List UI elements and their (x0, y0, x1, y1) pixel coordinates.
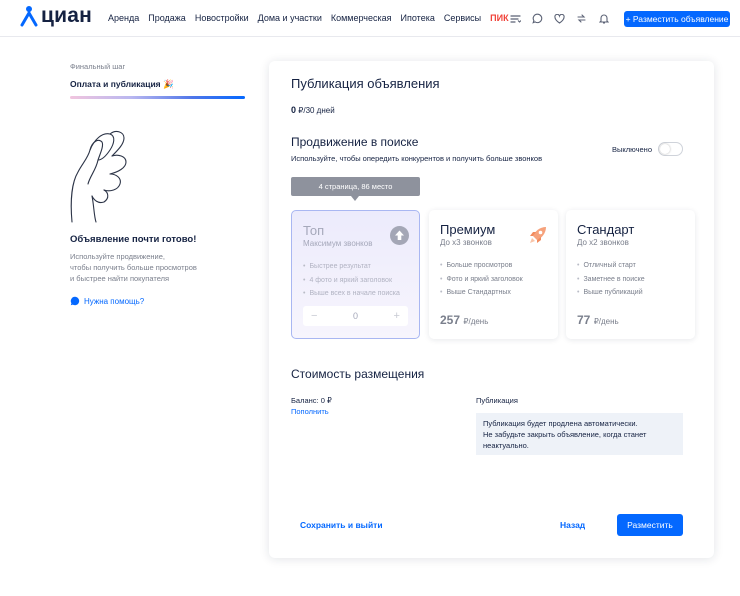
price-unit: ₽/день (463, 317, 489, 326)
promo-subtitle: Используйте, чтобы опередить конкурентов… (291, 154, 543, 163)
increment-button[interactable]: + (394, 310, 400, 322)
balance-text: Баланс: 0 ₽ (291, 396, 332, 405)
tariff-subtitle: До х3 звонков (440, 238, 492, 247)
tariff-card-top[interactable]: Топ Максимум звонков Быстрее результат 4… (291, 210, 420, 339)
publication-info-line: Публикация будет продлена автоматически. (483, 419, 638, 428)
promo-toggle-label: Выключено (612, 145, 652, 154)
tariff-feature: Отличный старт (577, 259, 645, 273)
logo-figure-icon (20, 6, 38, 27)
ok-hand-illustration (66, 130, 132, 230)
promo-title: Продвижение в поиске (291, 135, 419, 149)
chat-icon[interactable] (530, 11, 545, 26)
tariff-subtitle: Максимум звонков (303, 239, 373, 248)
nav-item-pik[interactable]: ПИК (490, 13, 508, 23)
page-title: Публикация объявления (291, 76, 440, 91)
nav-item-services[interactable]: Сервисы (444, 13, 481, 23)
nav-item-sale[interactable]: Продажа (148, 13, 186, 23)
tariff-feature: Выше всех в начале поиска (303, 287, 399, 301)
chat-bubble-icon (70, 296, 80, 306)
arrow-up-circle-icon (390, 226, 409, 250)
tooltip-arrow (351, 196, 359, 201)
tariff-features: Больше просмотров Фото и яркий заголовок… (440, 259, 523, 300)
tariff-feature: Выше публикаций (577, 286, 645, 300)
tariff-card-standard[interactable]: Стандарт До х2 звонков Отличный старт За… (566, 210, 695, 339)
ready-description: Используйте продвижение, чтобы получить … (70, 251, 220, 284)
period-amount: 0 (291, 105, 297, 115)
tariff-name: Премиум (440, 222, 496, 237)
quantity-stepper: − 0 + (303, 306, 408, 326)
help-link[interactable]: Нужна помощь? (70, 296, 144, 306)
position-tooltip: 4 страница, 86 место (291, 177, 420, 196)
tariff-price: 77 ₽/день (577, 313, 619, 327)
period-price: 0 ₽/30 дней (291, 105, 335, 115)
nav-item-mortgage[interactable]: Ипотека (401, 13, 435, 23)
tariff-feature: 4 фото и яркий заголовок (303, 274, 400, 288)
toggle-knob (660, 144, 670, 154)
step-label: Финальный шаг (70, 62, 126, 71)
topup-link[interactable]: Пополнить (291, 407, 329, 416)
cost-title: Стоимость размещения (291, 367, 425, 381)
tariff-feature: Быстрее результат (303, 260, 400, 274)
publication-info-line: неактуально. (483, 441, 529, 450)
rocket-icon (528, 225, 548, 250)
tariff-name: Топ (303, 223, 325, 238)
compare-icon[interactable] (574, 11, 589, 26)
back-button[interactable]: Назад (560, 520, 585, 530)
nav-item-houses[interactable]: Дома и участки (258, 13, 322, 23)
price-unit: ₽/день (593, 317, 619, 326)
main-nav: Аренда Продажа Новостройки Дома и участк… (108, 13, 518, 23)
publication-label: Публикация (476, 396, 518, 405)
help-link-label: Нужна помощь? (84, 296, 145, 306)
tariff-feature: Фото и яркий заголовок (440, 273, 522, 287)
bell-icon[interactable] (596, 11, 611, 26)
step-progress-bar (70, 96, 245, 99)
tariff-features: Отличный старт Заметнее в поиске Выше пу… (577, 259, 645, 300)
publication-info-line: Не забудьте закрыть объявление, когда ст… (483, 430, 647, 439)
period-unit: ₽/30 дней (298, 106, 335, 115)
cian-logo[interactable]: циан (20, 4, 92, 28)
post-ad-button[interactable]: + Разместить объявление (624, 11, 730, 27)
stepper-value[interactable]: 0 (353, 311, 358, 321)
logo-text: циан (41, 4, 92, 27)
nav-item-rent[interactable]: Аренда (108, 13, 139, 23)
publication-card: Публикация объявления 0 ₽/30 дней Продви… (269, 61, 714, 558)
nav-item-new-buildings[interactable]: Новостройки (195, 13, 249, 23)
ready-line: и быстрее найти покупателя (70, 274, 170, 283)
publish-button[interactable]: Разместить (617, 514, 683, 536)
ready-line: чтобы получить больше просмотров (70, 263, 197, 272)
tariff-subtitle: До х2 звонков (577, 238, 629, 247)
ready-line: Используйте продвижение, (70, 252, 165, 261)
tariff-features: Быстрее результат 4 фото и яркий заголов… (303, 260, 400, 301)
tariff-name: Стандарт (577, 222, 635, 237)
tariff-feature: Выше Стандартных (440, 286, 523, 300)
price-value: 257 (440, 313, 461, 327)
site-header: циан Аренда Продажа Новостройки Дома и у… (0, 0, 740, 37)
decrement-button[interactable]: − (311, 310, 317, 322)
promo-toggle[interactable] (658, 142, 683, 156)
publication-info-box: Публикация будет продлена автоматически.… (476, 413, 683, 455)
step-title: Оплата и публикация 🎉 (70, 79, 174, 89)
header-icons (508, 11, 618, 26)
nav-item-commercial[interactable]: Коммерческая (331, 13, 392, 23)
heart-icon[interactable] (552, 11, 567, 26)
tariff-feature: Больше просмотров (440, 259, 523, 273)
tariff-price: 257 ₽/день (440, 313, 488, 327)
save-and-exit-button[interactable]: Сохранить и выйти (300, 520, 383, 530)
filter-list-icon[interactable] (508, 11, 523, 26)
ready-title: Объявление почти готово! (70, 234, 197, 245)
tariff-feature: Заметнее в поиске (577, 273, 644, 287)
tariff-card-premium[interactable]: Премиум До х3 звонков Больше просмотров … (429, 210, 558, 339)
price-value: 77 (577, 313, 591, 327)
